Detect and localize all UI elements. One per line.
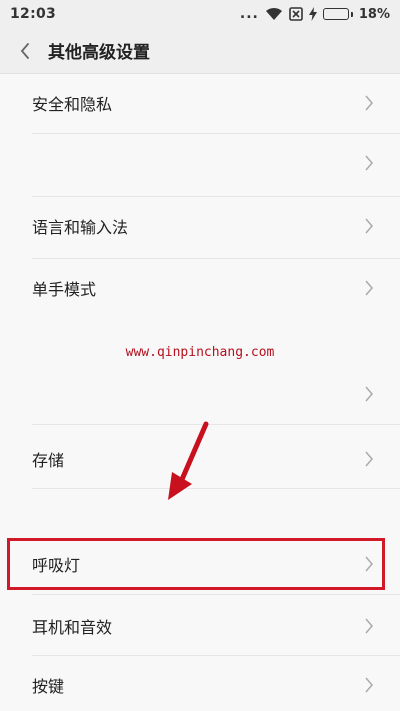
page-title: 其他高级设置	[48, 43, 150, 63]
setting-item-buttons[interactable]: 按键	[0, 658, 400, 711]
setting-item-label: 存储	[32, 451, 65, 470]
setting-item-label: 安全和隐私	[32, 95, 113, 114]
setting-item-label: 单手模式	[32, 280, 97, 299]
status-icons: ... 18%	[240, 6, 390, 22]
chevron-right-icon	[365, 618, 373, 634]
chevron-right-icon	[365, 386, 373, 402]
battery-percent: 18%	[358, 6, 390, 22]
app-header: 其他高级设置	[0, 28, 400, 74]
pointer-arrow-icon	[168, 421, 209, 500]
setting-item-one-hand-mode[interactable]: 单手模式	[0, 259, 400, 317]
no-sim-icon	[289, 7, 303, 21]
divider	[32, 655, 400, 656]
setting-item-label: 语言和输入法	[32, 218, 129, 237]
setting-item-language-input[interactable]: 语言和输入法	[0, 197, 400, 255]
status-time: 12:03	[10, 6, 57, 22]
setting-item-breathing-light[interactable]: 呼吸灯	[0, 538, 400, 590]
setting-item-label: 耳机和音效	[32, 618, 113, 637]
chevron-right-icon	[365, 677, 373, 692]
back-button[interactable]	[14, 40, 36, 62]
status-bar: 12:03 ... 18%	[0, 0, 400, 28]
chevron-right-icon	[365, 556, 373, 572]
chevron-right-icon	[365, 451, 373, 467]
charging-bolt-icon	[308, 7, 317, 21]
setting-item-blank[interactable]	[0, 365, 400, 423]
watermark-text: www.qinpinchang.com	[125, 345, 275, 360]
chevron-left-icon	[20, 42, 29, 59]
chevron-right-icon	[365, 155, 373, 171]
setting-item-security-privacy[interactable]: 安全和隐私	[0, 74, 400, 132]
screen: 12:03 ... 18% 其他高级设置 安全和隐私 语言和输入法 单手模式 存…	[0, 0, 400, 711]
chevron-right-icon	[365, 95, 373, 111]
more-notifications-icon: ...	[239, 6, 259, 22]
setting-item-label: 呼吸灯	[32, 556, 81, 575]
setting-item-blank[interactable]	[0, 134, 400, 192]
setting-item-headphones-audio[interactable]: 耳机和音效	[0, 597, 400, 655]
wifi-icon	[265, 7, 283, 21]
chevron-right-icon	[365, 280, 373, 296]
chevron-right-icon	[365, 218, 373, 234]
divider	[32, 594, 400, 595]
setting-item-label: 按键	[32, 676, 65, 696]
battery-icon	[322, 8, 353, 20]
